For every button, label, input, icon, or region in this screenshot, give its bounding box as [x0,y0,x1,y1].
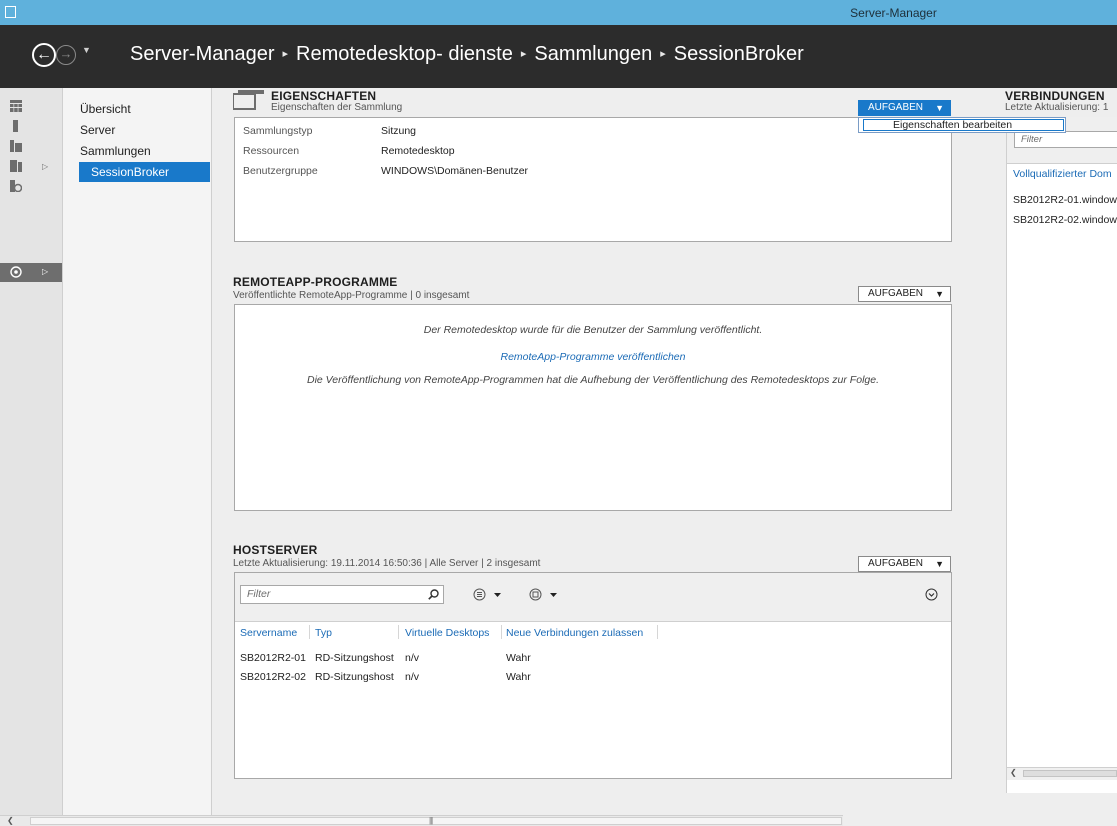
column-header-fqdn[interactable]: Vollqualifizierter Dom [1013,168,1112,180]
column-separator [398,625,399,639]
all-servers-icon[interactable] [10,140,22,152]
column-separator [657,625,658,639]
forward-icon[interactable]: → [56,45,76,65]
remoteapp-title: REMOTEAPP-PROGRAMME [233,275,398,289]
role-icon-strip: ▷ ▷ [0,88,63,825]
chevron-down-icon: ▼ [935,559,944,569]
scroll-thumb[interactable]: ||| [30,816,842,825]
hostserver-panel: Filter Servername Typ Virtuelle Desktops… [234,572,952,779]
back-icon[interactable]: ← [32,43,56,67]
remoteapp-subtitle: Veröffentlichte RemoteApp-Programme | 0 … [233,290,470,301]
menu-item-edit-properties[interactable]: Eigenschaften bearbeiten [893,119,1012,131]
remoteapp-message: Der Remotedesktop wurde für die Benutzer… [423,324,763,336]
hostserver-tasks-button[interactable]: AUFGABEN ▼ [858,556,951,572]
nav-item-collections[interactable]: Sammlungen [80,144,151,158]
table-row[interactable]: SB2012R2-01 RD-Sitzungshost n/v Wahr [235,649,951,667]
chevron-down-icon: ▼ [935,103,944,113]
column-header-virtual-desktops[interactable]: Virtuelle Desktops [405,627,489,639]
scroll-left-icon[interactable]: ❮ [1010,768,1017,777]
connections-title: VERBINDUNGEN [1005,89,1105,103]
nav-item-overview[interactable]: Übersicht [80,102,131,116]
table-cell: SB2012R2-02 [240,671,306,683]
save-query-icon[interactable] [529,588,559,601]
chevron-down-icon: ▼ [935,289,944,299]
breadcrumb-separator-icon: ▸ [520,48,527,60]
table-cell: n/v [405,671,420,683]
breadcrumb-item[interactable]: SessionBroker [674,43,804,65]
publish-remoteapp-link[interactable]: RemoteApp-Programme veröffentlichen [235,351,951,363]
window-title: Server-Manager [850,6,937,20]
iis-icon[interactable] [10,180,22,192]
column-separator [309,625,310,639]
breadcrumb-separator-icon: ▸ [282,48,289,60]
tasks-label: AUFGABEN [868,558,924,569]
title-bar: Server-Manager [0,0,1117,25]
column-header-servername[interactable]: Servername [240,627,297,639]
properties-title: EIGENSCHAFTEN [271,89,377,103]
hostserver-title: HOSTSERVER [233,543,318,557]
table-cell: SB2012R2-01 [240,652,306,664]
table-cell: Wahr [506,671,531,683]
breadcrumb: Server-Manager ▸ Remotedesktop- dienste ▸ Sa… [130,43,804,66]
breadcrumb-item[interactable]: Remotedesktop- dienste [296,43,513,65]
connections-hscrollbar[interactable]: ❮ [1007,767,1117,780]
property-value: Sitzung [381,125,417,137]
chevron-right-icon[interactable]: ▷ [42,162,48,171]
property-value: Remotedesktop [381,145,455,157]
remoteapp-tasks-button[interactable]: AUFGABEN ▼ [858,286,951,302]
table-cell: Wahr [506,652,531,664]
local-server-icon[interactable] [10,120,22,132]
file-services-icon[interactable] [10,160,22,172]
connections-panel: Filter Vollqualifizierter Dom SB2012R2-0… [1006,117,1117,793]
column-header-new-connections[interactable]: Neue Verbindungen zulassen [506,627,643,639]
scroll-thumb[interactable] [1023,770,1117,777]
property-label: Sammlungstyp [243,125,313,137]
connections-filter-input[interactable]: Filter [1014,131,1117,148]
connections-subtitle: Letzte Aktualisierung: 1 [1005,102,1109,113]
property-value: WINDOWS\Domänen-Benutzer [381,165,529,177]
nav-item-server[interactable]: Server [80,123,115,137]
remote-desktop-icon[interactable] [10,266,22,278]
list-view-icon[interactable] [473,588,503,601]
table-cell: RD-Sitzungshost [315,671,394,683]
properties-subtitle: Eigenschaften der Sammlung [271,102,403,113]
column-header-type[interactable]: Typ [315,627,332,639]
breadcrumb-item[interactable]: Sammlungen [534,43,652,65]
connections-row[interactable]: SB2012R2-02.window [1013,214,1117,226]
grip-icon: ||| [429,816,433,825]
scroll-left-icon[interactable]: ❮ [7,816,14,825]
hostserver-filter-input[interactable]: Filter [240,585,444,604]
tasks-label: AUFGABEN [868,288,924,299]
dashboard-icon[interactable] [10,100,22,112]
connections-row[interactable]: SB2012R2-01.window [1013,194,1117,206]
remoteapp-note: Die Veröffentlichung von RemoteApp-Progr… [307,374,879,386]
table-cell: RD-Sitzungshost [315,652,394,664]
properties-tasks-button[interactable]: AUFGABEN ▼ [858,100,951,116]
remoteapp-panel: Der Remotedesktop wurde für die Benutzer… [234,304,952,511]
properties-section-icon [233,90,264,110]
tasks-dropdown-menu: Eigenschaften bearbeiten [858,117,1066,133]
properties-panel: Sammlungstyp Sitzung Ressourcen Remotede… [234,117,952,242]
chevron-right-icon[interactable]: ▷ [42,267,48,276]
property-label: Benutzergruppe [243,165,318,177]
header-bar: ← → ▼ Server-Manager ▸ Remotedesktop- dien… [0,25,1117,88]
table-cell: n/v [405,652,420,664]
tasks-label: AUFGABEN [868,102,924,113]
expand-icon[interactable] [925,588,938,601]
breadcrumb-separator-icon: ▸ [660,48,666,60]
nav-pane: Übersicht Server Sammlungen SessionBroke… [63,88,212,825]
property-label: Ressourcen [243,145,300,157]
history-dropdown-icon[interactable]: ▼ [82,45,91,55]
main-hscrollbar[interactable]: ❮ ||| [0,815,843,826]
table-row[interactable]: SB2012R2-02 RD-Sitzungshost n/v Wahr [235,668,951,686]
nav-item-sessionbroker[interactable]: SessionBroker [79,162,210,182]
search-icon[interactable] [428,589,439,600]
column-separator [501,625,502,639]
breadcrumb-item[interactable]: Server-Manager [130,43,275,65]
hostserver-subtitle: Letzte Aktualisierung: 19.11.2014 16:50:… [233,558,541,569]
